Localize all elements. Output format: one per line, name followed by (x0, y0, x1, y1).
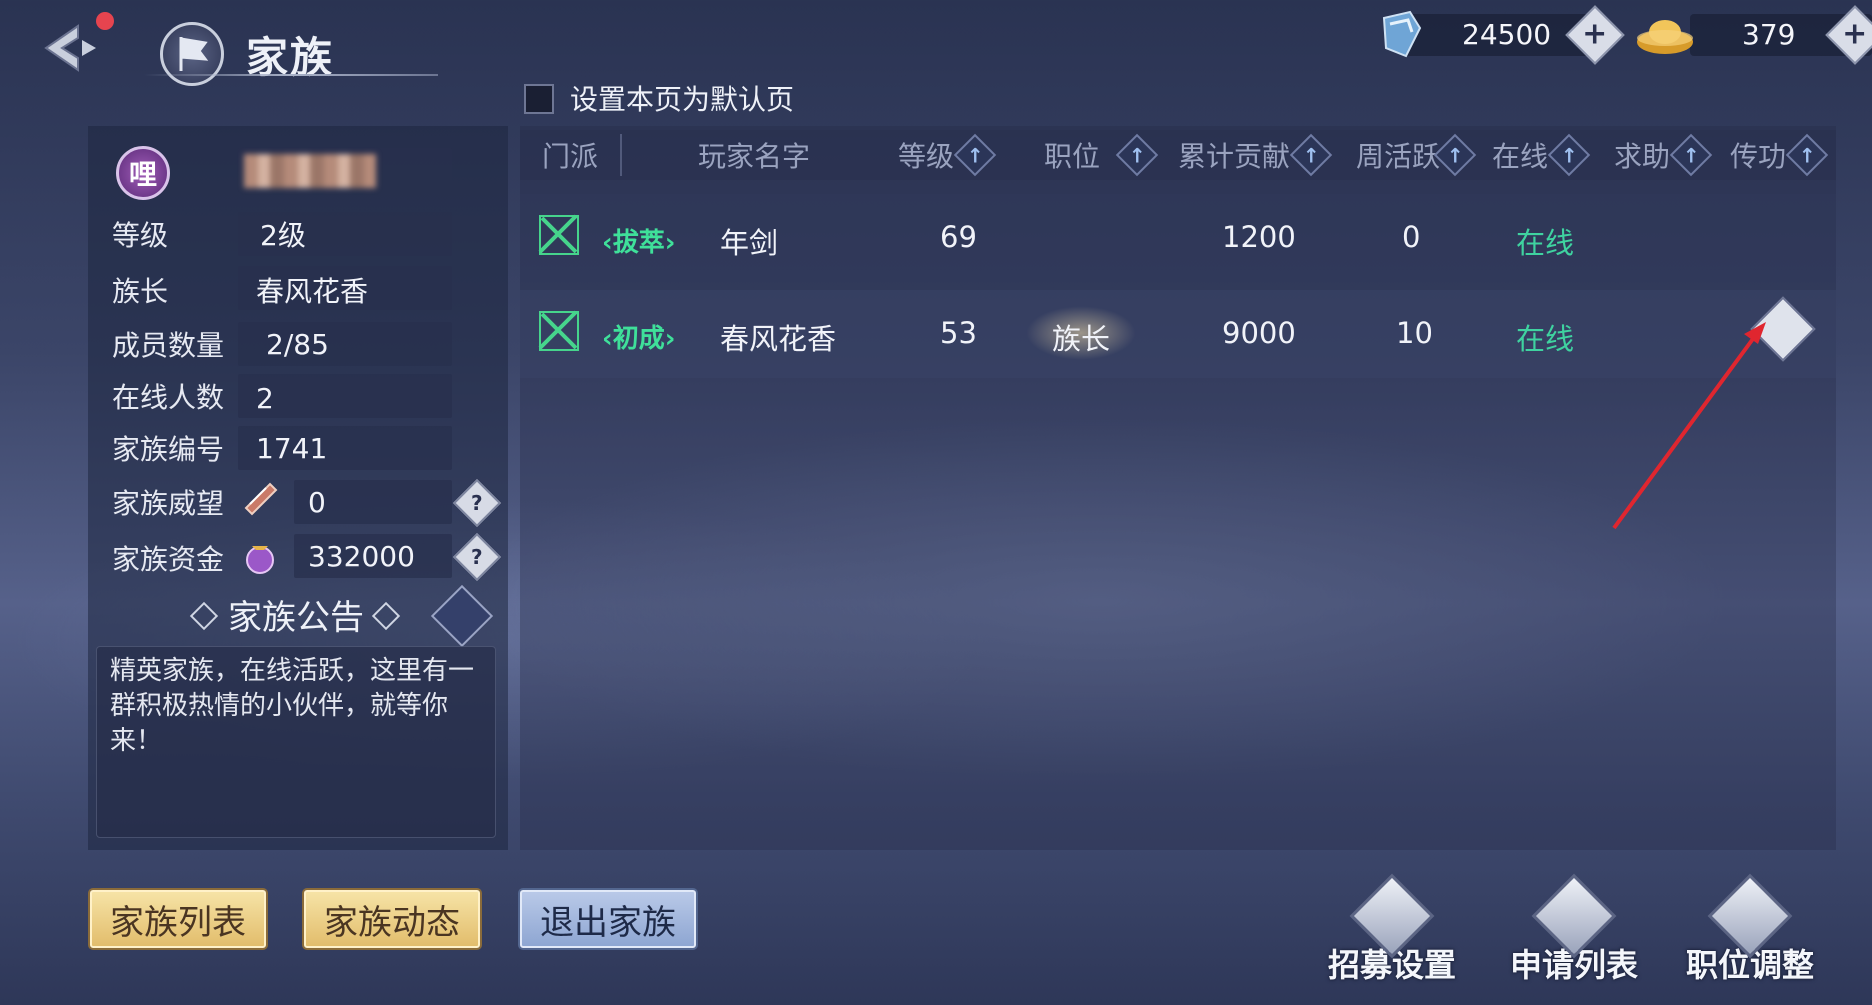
header-level[interactable]: 等级 ↑ (898, 130, 997, 180)
info-label-online-count: 在线人数 (112, 381, 225, 414)
family-flag-icon (160, 22, 224, 86)
player-position: 族长 (1052, 322, 1111, 356)
jade-icon (1376, 8, 1426, 64)
plus-icon: + (1842, 16, 1868, 52)
prestige-icon (240, 478, 280, 518)
jade-value: 24500 (1462, 18, 1552, 51)
info-label-prestige: 家族威望 (112, 487, 225, 520)
info-value-family-id: 1741 (256, 432, 328, 465)
header-sect: 门派 (542, 140, 599, 173)
position-adjust-button[interactable]: 职位调整 (1680, 873, 1820, 986)
family-name-blurred (244, 154, 376, 188)
info-label-leader: 族长 (112, 275, 169, 308)
player-contribution: 1200 (1222, 220, 1296, 254)
info-value-funds: 332000 (308, 540, 415, 573)
info-label-family-id: 家族编号 (112, 433, 225, 466)
info-value-level: 2级 (260, 219, 306, 252)
player-weekly-active: 0 (1402, 220, 1421, 254)
info-value-leader: 春风花香 (256, 275, 369, 308)
sort-arrow-icon[interactable]: ↑ (1433, 133, 1477, 177)
application-list-button[interactable]: 申请列表 (1504, 873, 1644, 986)
player-online-status: 在线 (1516, 226, 1575, 260)
info-label-members: 成员数量 (112, 329, 225, 362)
player-name: 春风花香 (720, 322, 837, 356)
annotation-arrow-icon (1612, 322, 1766, 530)
gold-ingot-icon (1634, 12, 1696, 60)
family-list-button[interactable]: 家族列表 (90, 890, 266, 948)
leave-family-button[interactable]: 退出家族 (520, 890, 696, 948)
info-label-level: 等级 (112, 219, 169, 252)
info-value-prestige: 0 (308, 486, 326, 519)
plus-icon: + (1582, 16, 1608, 52)
sort-arrow-icon[interactable]: ↑ (1289, 133, 1333, 177)
sort-arrow-icon[interactable]: ↑ (953, 133, 997, 177)
table-row[interactable] (520, 194, 1836, 282)
title-underline (144, 74, 438, 76)
header-divider (620, 134, 622, 176)
player-contribution: 9000 (1222, 316, 1296, 350)
default-page-checkbox[interactable] (524, 84, 554, 114)
bow-sect-icon (536, 308, 582, 354)
gold-value: 379 (1742, 18, 1796, 51)
header-help[interactable]: 求助 ↑ (1614, 130, 1713, 180)
sort-arrow-icon[interactable]: ↑ (1669, 133, 1713, 177)
rank-tag: ‹初成› (602, 324, 676, 354)
sort-arrow-icon[interactable]: ↑ (1547, 133, 1591, 177)
notice-title: 家族公告 (228, 598, 364, 638)
header-weekly-active[interactable]: 周活跃 ↑ (1356, 130, 1477, 180)
bow-sect-icon (536, 212, 582, 258)
player-weekly-active: 10 (1396, 316, 1433, 350)
info-label-funds: 家族资金 (112, 543, 225, 576)
recruit-settings-button[interactable]: 招募设置 (1322, 873, 1462, 986)
notification-dot (96, 12, 114, 30)
header-teach[interactable]: 传功 ↑ (1730, 130, 1829, 180)
rank-tag: ‹拔萃› (602, 228, 676, 258)
player-level: 69 (940, 220, 977, 254)
funds-pouch-icon (240, 536, 280, 576)
family-avatar: 哩 (116, 146, 170, 200)
header-contribution[interactable]: 累计贡献 ↑ (1178, 130, 1333, 180)
sort-arrow-icon[interactable]: ↑ (1115, 133, 1159, 177)
header-name: 玩家名字 (698, 140, 811, 173)
default-page-label: 设置本页为默认页 (570, 83, 795, 116)
info-value-members: 2/85 (266, 328, 329, 361)
player-level: 53 (940, 316, 977, 350)
family-news-button[interactable]: 家族动态 (304, 890, 480, 948)
info-value-online-count: 2 (256, 382, 274, 415)
player-online-status: 在线 (1516, 322, 1575, 356)
header-online[interactable]: 在线 ↑ (1492, 130, 1591, 180)
notice-text: 精英家族，在线活跃，这里有一群积极热情的小伙伴，就等你来！ (110, 656, 475, 756)
sort-arrow-icon[interactable]: ↑ (1785, 133, 1829, 177)
player-name: 年剑 (720, 226, 779, 260)
header-position[interactable]: 职位 ↑ (1044, 130, 1159, 180)
